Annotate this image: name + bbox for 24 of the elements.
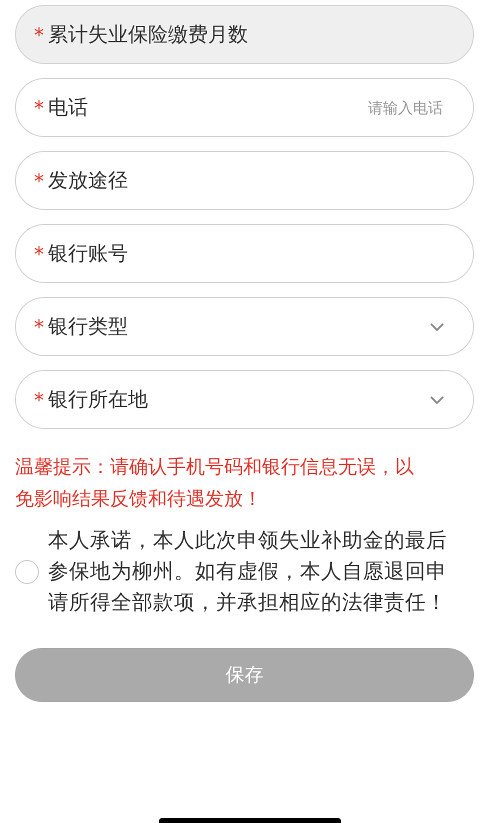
field-label: 银行类型 <box>48 313 128 340</box>
required-mark: * <box>34 242 44 266</box>
agreement-checkbox[interactable] <box>15 560 39 584</box>
required-mark: * <box>34 168 44 192</box>
home-indicator[interactable] <box>159 818 341 823</box>
select-field[interactable]: * 银行所在地 <box>15 370 474 429</box>
input-field[interactable]: * 发放途径 <box>15 151 474 210</box>
notice-text: 温馨提示：请确认手机号码和银行信息无误，以免影响结果反馈和待遇发放！ <box>15 455 415 512</box>
input-field[interactable]: * 银行账号 <box>15 224 474 283</box>
input-field[interactable]: * 电话 请输入电话 <box>15 78 474 137</box>
text-input[interactable]: 请输入电话 <box>88 98 445 118</box>
field-label: 银行账号 <box>48 240 128 267</box>
required-mark: * <box>34 96 44 120</box>
field-label: 累计失业保险缴费月数 <box>48 21 248 48</box>
field-label: 发放途径 <box>48 167 128 194</box>
field-label: 电话 <box>48 94 88 121</box>
select-field[interactable]: * 银行类型 <box>15 297 474 356</box>
chevron-down-icon <box>429 394 445 404</box>
chevron-down-icon <box>429 322 445 332</box>
required-mark: * <box>34 314 44 338</box>
required-mark: * <box>34 22 44 46</box>
field-label: 银行所在地 <box>48 386 148 413</box>
required-mark: * <box>34 388 44 412</box>
agreement-text: 本人承诺，本人此次申领失业补助金的最后参保地为柳州。如有虚假，本人自愿退回申请所得全部款项，并承担相应的法律责任！ <box>48 527 448 616</box>
